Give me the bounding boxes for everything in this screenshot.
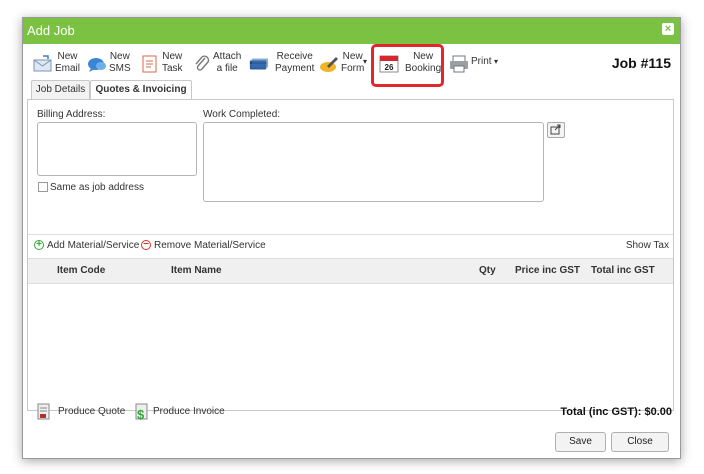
- print-button[interactable]: Print ▾: [449, 49, 501, 77]
- new-task-button[interactable]: New Task: [140, 49, 186, 77]
- print-label: Print: [471, 56, 492, 67]
- items-table-header: Item Code Item Name Qty Price inc GST To…: [28, 258, 673, 284]
- produce-quote-label: Produce Quote: [58, 406, 126, 417]
- billing-address-field[interactable]: [37, 122, 197, 176]
- add-material-link[interactable]: Add Material/Service: [47, 240, 139, 251]
- same-as-job-checkbox[interactable]: [38, 182, 48, 192]
- form-pencil-icon: [320, 57, 338, 72]
- paperclip-icon: [195, 55, 210, 71]
- receive-payment-button[interactable]: Receive Payment: [249, 49, 315, 77]
- new-email-line1: New: [57, 51, 78, 62]
- divider: [28, 234, 673, 235]
- produce-invoice-button[interactable]: $ Produce Invoice: [132, 403, 242, 423]
- col-price-inc-gst: Price inc GST: [515, 265, 581, 276]
- add-job-dialog: Add Job × New Email New SMS New Task Att…: [22, 17, 681, 459]
- job-number: Job #115: [611, 55, 671, 71]
- new-form-line2: Form: [341, 63, 365, 74]
- produce-invoice-label: Produce Invoice: [153, 406, 225, 417]
- expand-editor-button[interactable]: [547, 122, 565, 138]
- quotes-invoicing-panel: Billing Address: Same as job address Wor…: [27, 99, 674, 411]
- tab-bar: Job Details Quotes & Invoicing: [23, 80, 680, 100]
- new-task-line1: New: [162, 51, 183, 62]
- receive-payment-line2: Payment: [275, 63, 315, 74]
- receive-payment-line1: Receive: [276, 51, 313, 62]
- printer-icon: [450, 55, 468, 73]
- remove-material-link[interactable]: Remove Material/Service: [154, 240, 266, 251]
- task-icon: [142, 55, 157, 73]
- new-sms-line2: SMS: [109, 63, 131, 74]
- attach-file-line1: Attach: [213, 51, 242, 62]
- tab-quotes-invoicing[interactable]: Quotes & Invoicing: [90, 80, 192, 100]
- col-qty: Qty: [479, 265, 496, 276]
- tab-job-details[interactable]: Job Details: [31, 80, 90, 99]
- invoice-dollar-icon: $: [135, 403, 148, 421]
- save-button[interactable]: Save: [555, 432, 606, 452]
- credit-card-icon: [249, 58, 269, 70]
- new-sms-button[interactable]: New SMS: [87, 49, 133, 77]
- dialog-title: Add Job: [27, 23, 75, 38]
- attach-file-line2: a file: [216, 63, 238, 74]
- add-circle-icon: +: [34, 240, 44, 250]
- close-button[interactable]: Close: [611, 432, 669, 452]
- items-table-body: [28, 284, 673, 410]
- close-icon[interactable]: ×: [662, 23, 674, 35]
- billing-address-label: Billing Address:: [37, 109, 106, 120]
- titlebar: Add Job ×: [23, 18, 680, 44]
- col-item-code: Item Code: [57, 265, 106, 276]
- new-sms-line1: New: [109, 51, 130, 62]
- col-total-inc-gst: Total inc GST: [591, 265, 655, 276]
- print-dropdown-icon: ▾: [494, 57, 499, 66]
- total-inc-gst: Total (inc GST): $0.00: [560, 406, 672, 418]
- new-form-button[interactable]: New Form ▾: [319, 49, 371, 77]
- new-form-dropdown-icon: ▾: [363, 57, 368, 66]
- new-task-line2: Task: [162, 63, 183, 74]
- new-form-line1: New: [342, 51, 363, 62]
- sms-icon: [88, 58, 106, 72]
- toolbar: New Email New SMS New Task Attach a file…: [23, 45, 680, 79]
- quote-document-icon: [37, 403, 50, 420]
- new-email-line2: Email: [55, 63, 81, 74]
- svg-text:$: $: [137, 407, 145, 421]
- attach-file-button[interactable]: Attach a file: [193, 49, 245, 77]
- work-completed-label: Work Completed:: [203, 109, 281, 120]
- col-item-name: Item Name: [171, 265, 222, 276]
- external-link-icon: [550, 124, 561, 135]
- show-tax-link[interactable]: Show Tax: [626, 240, 669, 251]
- same-as-job-label: Same as job address: [50, 182, 144, 193]
- new-email-button[interactable]: New Email: [33, 49, 83, 77]
- produce-quote-button[interactable]: Produce Quote: [37, 403, 147, 423]
- email-icon: [33, 55, 52, 72]
- remove-circle-icon: −: [141, 240, 151, 250]
- work-completed-field[interactable]: [203, 122, 544, 202]
